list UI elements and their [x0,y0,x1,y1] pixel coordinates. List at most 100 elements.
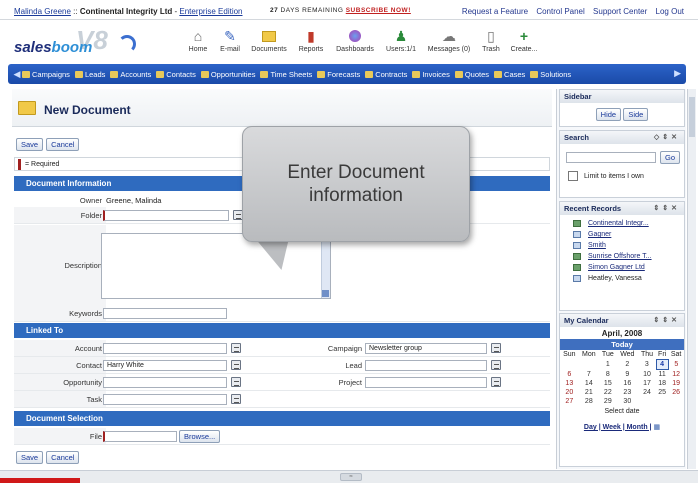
calendar-day[interactable]: 19 [668,379,684,388]
calendar-day[interactable]: 23 [617,388,638,397]
folder-input[interactable] [103,210,229,221]
user-link[interactable]: Malinda Greene [14,7,71,16]
contact-input[interactable]: Harry White [103,360,227,371]
email-button[interactable]: ✎ E-mail [214,27,246,61]
edition-link[interactable]: Enterprise Edition [179,7,242,16]
home-button[interactable]: ⌂ Home [182,27,214,61]
save-button-bottom[interactable]: Save [16,451,44,464]
calendar-day[interactable]: 11 [656,370,668,380]
calendar-day[interactable]: 30 [617,397,638,406]
search-go-button[interactable]: Go [660,151,681,164]
limit-checkbox[interactable] [568,171,578,181]
calendar-day[interactable]: 28 [579,397,599,406]
lead-lookup-icon[interactable] [491,360,501,370]
nav-contracts[interactable]: Contracts [365,70,407,79]
log-out-link[interactable]: Log Out [656,7,684,16]
calendar-day[interactable]: 9 [617,370,638,380]
calendar-day[interactable]: 21 [579,388,599,397]
nav-contacts[interactable]: Contacts [156,70,196,79]
calendar-day[interactable]: 29 [599,397,617,406]
box-controls-icon[interactable]: ⇕⇕✕ [653,316,680,324]
account-lookup-icon[interactable] [231,343,241,353]
save-button[interactable]: Save [16,138,44,151]
control-panel-link[interactable]: Control Panel [536,7,584,16]
side-button[interactable]: Side [623,108,649,121]
lead-input[interactable] [365,360,487,371]
recent-record-link[interactable]: Gagner [588,231,611,238]
nav-left-arrow-icon[interactable]: ◀ [12,69,22,80]
scrollbar-thumb[interactable] [689,97,695,137]
recent-record-link[interactable]: Sunrise Offshore T... [588,253,652,260]
nav-cases[interactable]: Cases [494,70,525,79]
messages-button[interactable]: ☁ Messages (0) [422,27,476,61]
nav-leads[interactable]: Leads [74,70,105,79]
scroll-down-icon[interactable] [322,290,329,297]
calendar-day[interactable]: 5 [668,360,684,370]
cancel-button[interactable]: Cancel [46,138,80,151]
nav-opportunities[interactable]: Opportunities [200,70,255,79]
recent-record-link[interactable]: Continental Integr... [588,220,649,227]
recent-record-link[interactable]: Smith [588,242,606,249]
task-input[interactable] [103,394,227,405]
calendar-day[interactable]: 14 [579,379,599,388]
nav-time-sheets[interactable]: Time Sheets [260,70,312,79]
nav-campaigns[interactable]: Campaigns [22,70,70,79]
file-input[interactable] [103,431,177,442]
calendar-day[interactable]: 10 [638,370,656,380]
salesboom-logo[interactable]: V8 salesboom [14,25,136,59]
calendar-day[interactable]: 15 [599,379,617,388]
nav-invoices[interactable]: Invoices [412,70,450,79]
search-input[interactable] [566,152,656,163]
calendar-day[interactable]: 26 [668,388,684,397]
recent-record[interactable]: Heatley, Vanessa [560,273,684,284]
calendar-day[interactable]: 4 [655,359,669,370]
calendar-day[interactable]: 12 [668,370,684,380]
hide-button[interactable]: Hide [595,108,622,121]
users-button[interactable]: ♟ Users:1/1 [380,27,422,61]
calendar-print-icon[interactable]: ▦ [653,424,660,431]
calendar-day[interactable]: 18 [656,379,668,388]
support-center-link[interactable]: Support Center [593,7,647,16]
project-input[interactable] [365,377,487,388]
account-input[interactable] [103,343,227,354]
opportunity-input[interactable] [103,377,227,388]
calendar-day[interactable]: 8 [599,370,617,380]
create-button[interactable]: + Create... [506,27,542,61]
calendar-day[interactable]: 24 [638,388,656,397]
calendar-day[interactable]: 16 [617,379,638,388]
task-lookup-icon[interactable] [231,394,241,404]
calendar-day[interactable]: 2 [617,360,638,370]
cancel-button-bottom[interactable]: Cancel [46,451,80,464]
calendar-day[interactable]: 20 [560,388,579,397]
nav-forecasts[interactable]: Forecasts [317,70,360,79]
opportunity-lookup-icon[interactable] [231,377,241,387]
campaign-lookup-icon[interactable] [491,343,501,353]
request-feature-link[interactable]: Request a Feature [462,7,528,16]
calendar-day[interactable]: 25 [656,388,668,397]
nav-right-arrow-icon[interactable]: ▶ [674,68,681,79]
campaign-input[interactable]: Newsletter group [365,343,487,354]
recent-record-link[interactable]: Heatley, Vanessa [588,275,642,282]
recent-record[interactable]: Simon Gagner Ltd [560,262,684,273]
nav-quotes[interactable]: Quotes [454,70,489,79]
recent-record-link[interactable]: Simon Gagner Ltd [588,264,645,271]
calendar-day[interactable]: 3 [638,360,656,370]
browse-button[interactable]: Browse... [179,430,221,443]
dashboards-button[interactable]: Dashboards [330,27,380,61]
calendar-day[interactable]: 13 [560,379,579,388]
calendar-day[interactable]: 17 [638,379,656,388]
documents-button[interactable]: Documents [246,27,292,61]
recent-record[interactable]: Gagner [560,229,684,240]
calendar-day[interactable]: 27 [560,397,579,406]
recent-record[interactable]: Continental Integr... [560,218,684,229]
subscribe-link[interactable]: SUBSCRIBE NOW! [346,7,411,14]
nav-accounts[interactable]: Accounts [110,70,151,79]
today-button[interactable]: Today [560,339,684,350]
reports-button[interactable]: ▮ Reports [292,27,330,61]
textarea-scrollbar[interactable] [321,234,330,298]
nav-solutions[interactable]: Solutions [530,70,571,79]
splitter-grip-icon[interactable]: ≈ [340,473,362,481]
contact-lookup-icon[interactable] [231,360,241,370]
calendar-view-links[interactable]: Day | Week | Month | [584,424,652,431]
calendar-day[interactable]: 22 [599,388,617,397]
